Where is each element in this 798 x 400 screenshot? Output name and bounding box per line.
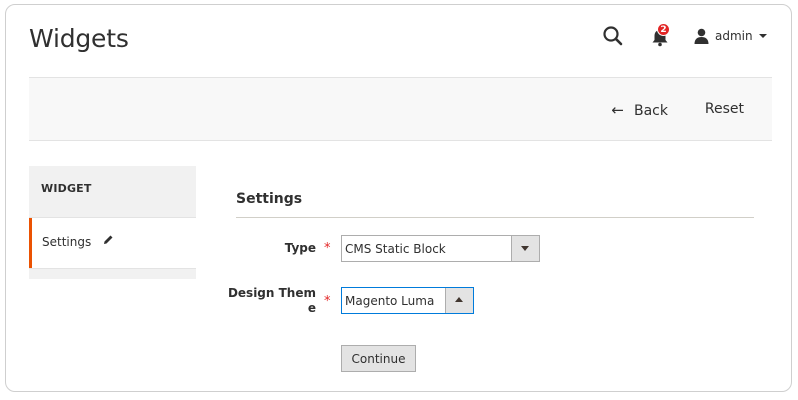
design-theme-select[interactable]: Magento Luma (341, 287, 474, 314)
design-theme-label-wrap: e (307, 301, 316, 315)
notifications-badge[interactable]: 2 (657, 23, 670, 36)
arrow-left-icon: ← (611, 101, 624, 119)
sidebar-item-label: Settings (42, 235, 92, 249)
theme-required-mark: * (324, 294, 331, 309)
reset-button[interactable]: Reset (705, 101, 744, 117)
sidebar-item-settings[interactable]: Settings (29, 218, 196, 268)
user-menu[interactable]: admin (694, 28, 767, 44)
type-select-value: CMS Static Block (345, 242, 446, 256)
caret-up-icon (455, 297, 463, 302)
sidebar-title: WIDGET (29, 166, 196, 218)
back-button[interactable]: ← Back (611, 101, 668, 119)
sidebar: WIDGET Settings (29, 166, 196, 279)
page-title: Widgets (29, 24, 129, 53)
design-theme-select-toggle[interactable] (445, 288, 473, 313)
user-icon (694, 28, 709, 44)
divider (236, 217, 754, 218)
page-actions-bar: ← Back Reset (29, 77, 772, 141)
caret-down-icon (521, 246, 529, 251)
search-icon[interactable] (602, 25, 624, 47)
type-select[interactable]: CMS Static Block (341, 235, 540, 262)
back-label: Back (634, 103, 668, 119)
sidebar-footer (29, 268, 196, 279)
type-label: Type (284, 241, 316, 255)
type-select-toggle[interactable] (511, 236, 539, 261)
section-title: Settings (236, 191, 303, 207)
continue-button[interactable]: Continue (341, 345, 416, 372)
chevron-down-icon (758, 34, 767, 38)
design-theme-select-value: Magento Luma (345, 294, 435, 308)
pencil-icon (104, 235, 113, 244)
type-required-mark: * (324, 241, 331, 256)
user-name: admin (715, 29, 753, 43)
design-theme-label: Design Them (227, 286, 316, 300)
